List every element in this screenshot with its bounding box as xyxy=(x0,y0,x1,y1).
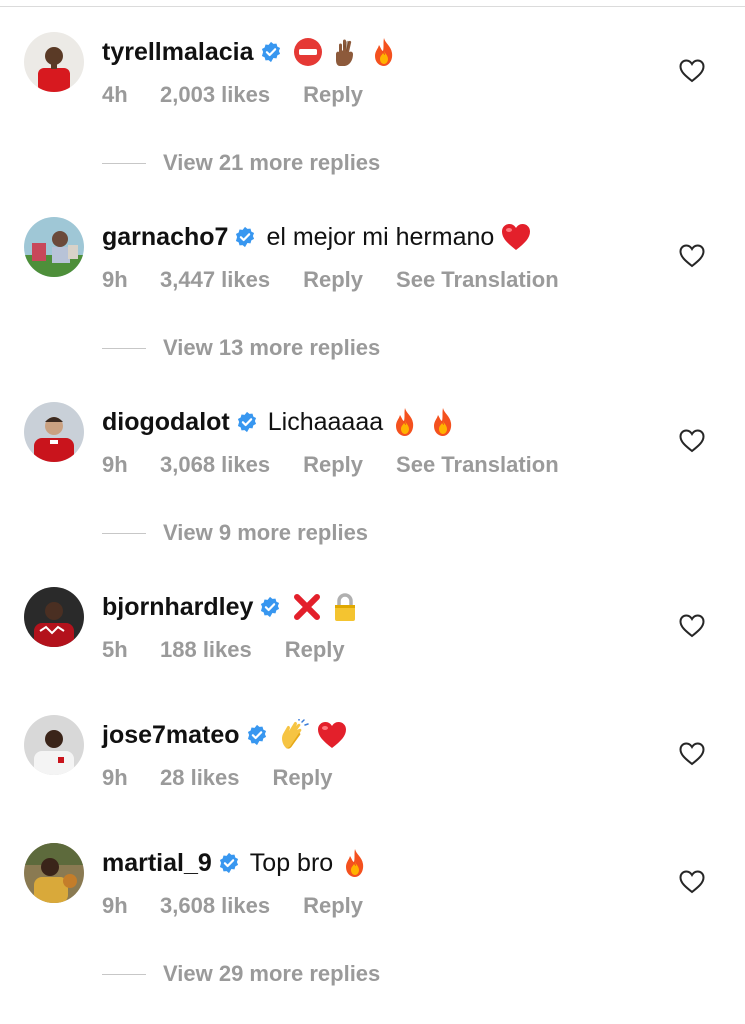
fire-emoji xyxy=(368,36,400,68)
reply-button[interactable]: Reply xyxy=(303,267,363,293)
username[interactable]: garnacho7 xyxy=(102,217,228,257)
view-more-replies[interactable]: View 21 more replies xyxy=(102,148,380,178)
avatar[interactable] xyxy=(24,843,84,903)
see-translation-button[interactable]: See Translation xyxy=(396,267,559,293)
fire-emoji xyxy=(427,406,459,438)
likes-count[interactable]: 28 likes xyxy=(160,765,240,791)
reply-button[interactable]: Reply xyxy=(273,765,333,791)
cross-mark-emoji xyxy=(291,591,323,623)
comment-header: jose7mateo xyxy=(102,715,354,755)
comment-text: el mejor mi hermano xyxy=(266,223,495,251)
verified-badge-icon xyxy=(218,852,240,874)
fire-emoji xyxy=(389,406,421,438)
reply-button[interactable]: Reply xyxy=(285,637,345,663)
view-more-replies[interactable]: View 29 more replies xyxy=(102,959,380,989)
username[interactable]: martial_9 xyxy=(102,843,212,883)
view-more-replies[interactable]: View 9 more replies xyxy=(102,518,368,548)
avatar[interactable] xyxy=(24,217,84,277)
username[interactable]: diogodalot xyxy=(102,402,230,442)
view-more-replies-label: View 13 more replies xyxy=(163,335,381,360)
like-heart-icon[interactable] xyxy=(679,429,705,453)
comment-header: martial_9 Top bro xyxy=(102,843,377,883)
comment-meta: 5h 188 likes Reply xyxy=(102,635,378,665)
comment-header: tyrellmalacia xyxy=(102,32,406,72)
verified-badge-icon xyxy=(234,226,256,248)
red-heart-emoji xyxy=(316,719,348,751)
avatar[interactable] xyxy=(24,32,84,92)
verified-badge-icon xyxy=(246,724,268,746)
likes-count[interactable]: 3,068 likes xyxy=(160,452,270,478)
comment-time: 9h xyxy=(102,893,128,918)
comment-time: 5h xyxy=(102,637,128,662)
see-translation-button[interactable]: See Translation xyxy=(396,452,559,478)
comment-meta: 4h 2,003 likes Reply xyxy=(102,80,396,110)
comment-text: Top bro xyxy=(249,849,334,877)
replies-divider xyxy=(102,532,146,534)
reply-button[interactable]: Reply xyxy=(303,82,363,108)
reply-button[interactable]: Reply xyxy=(303,452,363,478)
like-heart-icon[interactable] xyxy=(679,742,705,766)
likes-count[interactable]: 3,447 likes xyxy=(160,267,270,293)
comment-time: 9h xyxy=(102,267,128,292)
like-heart-icon[interactable] xyxy=(679,870,705,894)
fire-emoji xyxy=(339,847,371,879)
view-more-replies[interactable]: View 13 more replies xyxy=(102,333,380,363)
replies-divider xyxy=(102,347,146,349)
likes-count[interactable]: 3,608 likes xyxy=(160,893,270,919)
like-heart-icon[interactable] xyxy=(679,244,705,268)
likes-count[interactable]: 2,003 likes xyxy=(160,82,270,108)
likes-count[interactable]: 188 likes xyxy=(160,637,252,663)
verified-badge-icon xyxy=(259,596,281,618)
avatar[interactable] xyxy=(24,715,84,775)
verified-badge-icon xyxy=(236,411,258,433)
view-more-replies-label: View 29 more replies xyxy=(163,961,381,986)
red-heart-emoji xyxy=(500,221,532,253)
avatar[interactable] xyxy=(24,402,84,462)
comment-time: 9h xyxy=(102,452,128,477)
replies-divider xyxy=(102,973,146,975)
view-more-replies-label: View 9 more replies xyxy=(163,520,369,545)
clapping-hands-emoji xyxy=(278,719,310,751)
comment-meta: 9h 3,068 likes Reply See Translation xyxy=(102,450,559,480)
username[interactable]: tyrellmalacia xyxy=(102,32,254,72)
crossed-fingers-emoji xyxy=(330,36,362,68)
lock-emoji xyxy=(329,591,361,623)
comment-time: 9h xyxy=(102,765,128,790)
comment-header: bjornhardley xyxy=(102,587,367,627)
view-more-replies-label: View 21 more replies xyxy=(163,150,381,175)
replies-divider xyxy=(102,162,146,164)
no-entry-emoji xyxy=(292,36,324,68)
verified-badge-icon xyxy=(260,41,282,63)
comment-time: 4h xyxy=(102,82,128,107)
avatar[interactable] xyxy=(24,587,84,647)
like-heart-icon[interactable] xyxy=(679,614,705,638)
like-heart-icon[interactable] xyxy=(679,59,705,83)
top-divider xyxy=(0,6,745,7)
comment-meta: 9h 3,608 likes Reply xyxy=(102,891,396,921)
comment-header: diogodalot Lichaaaaa xyxy=(102,402,465,442)
comment-text: Lichaaaaa xyxy=(267,408,384,436)
username[interactable]: jose7mateo xyxy=(102,715,240,755)
comment-meta: 9h 28 likes Reply xyxy=(102,763,365,793)
comment-meta: 9h 3,447 likes Reply See Translation xyxy=(102,265,559,295)
username[interactable]: bjornhardley xyxy=(102,587,253,627)
reply-button[interactable]: Reply xyxy=(303,893,363,919)
comment-header: garnacho7 el mejor mi hermano xyxy=(102,217,538,257)
